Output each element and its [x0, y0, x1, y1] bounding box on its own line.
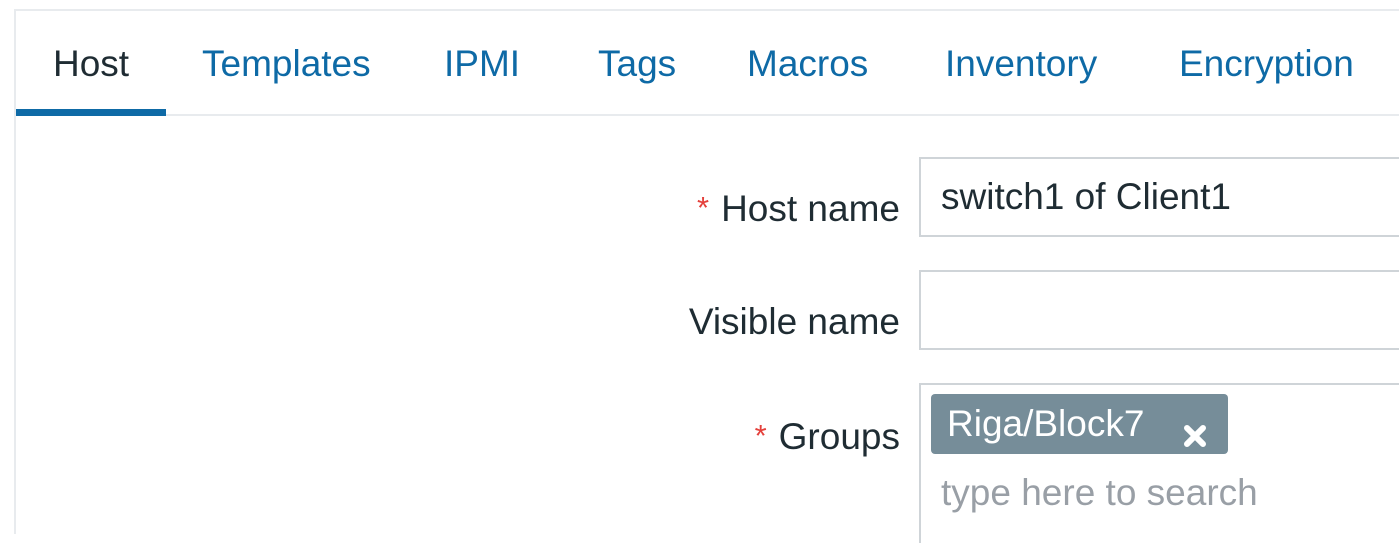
tab-ipmi[interactable]: IPMI	[444, 43, 520, 85]
tab-macros[interactable]: Macros	[747, 43, 868, 85]
active-tab-indicator	[16, 109, 166, 116]
group-chip: Riga/Block7	[931, 394, 1228, 454]
tab-tags[interactable]: Tags	[598, 43, 676, 85]
visible-name-label: Visible name	[688, 301, 900, 342]
visible-name-input[interactable]	[919, 270, 1399, 350]
host-name-input[interactable]	[919, 157, 1399, 237]
groups-search-input[interactable]	[941, 470, 1381, 516]
tab-encryption[interactable]: Encryption	[1179, 43, 1354, 85]
tab-inventory[interactable]: Inventory	[945, 43, 1097, 85]
group-chip-label: Riga/Block7	[947, 403, 1145, 444]
tab-bar: Host Templates IPMI Tags Macros Inventor…	[16, 11, 1399, 116]
required-marker: *	[697, 190, 710, 225]
groups-label: * Groups	[754, 416, 900, 457]
groups-multiselect[interactable]: Riga/Block7	[919, 383, 1399, 543]
host-name-label: * Host name	[697, 188, 900, 229]
required-marker: *	[754, 418, 767, 453]
tab-templates[interactable]: Templates	[202, 43, 371, 85]
close-icon[interactable]	[1180, 409, 1210, 447]
tab-host[interactable]: Host	[53, 43, 129, 85]
